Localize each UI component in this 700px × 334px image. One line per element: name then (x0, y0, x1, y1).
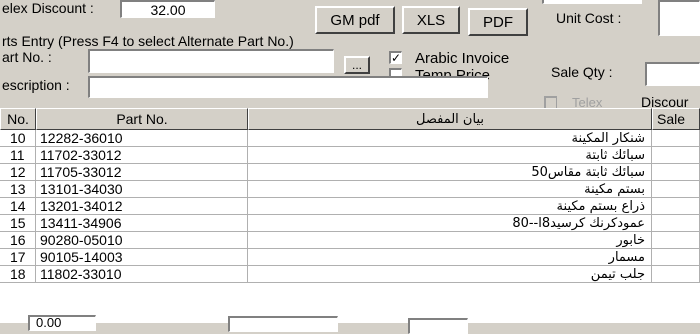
sale-qty-field[interactable] (645, 62, 700, 86)
part-no-cell[interactable]: 13101-34030 (36, 181, 248, 198)
row-number-cell[interactable]: 17 (0, 249, 36, 266)
description-cell[interactable]: جلب تيمن (248, 266, 652, 283)
sale-cell[interactable] (652, 147, 700, 164)
part-no-cell[interactable]: 90280-05010 (36, 232, 248, 249)
table-row[interactable]: 10 12282-36010 شنكار المكينة (0, 130, 700, 147)
unit-cost-top-field[interactable] (542, 0, 642, 4)
table-row[interactable]: 17 90105-14003 مسمار (0, 249, 700, 266)
telex-discount-label: elex Discount : (2, 0, 94, 16)
sale-cell[interactable] (652, 232, 700, 249)
description-label: escription : (2, 77, 70, 93)
sale-cell[interactable] (652, 266, 700, 283)
pdf-button[interactable]: PDF (468, 8, 528, 36)
part-no-cell[interactable]: 11802-33010 (36, 266, 248, 283)
sale-cell[interactable] (652, 181, 700, 198)
arabic-invoice-label: Arabic Invoice (415, 50, 510, 67)
arabic-invoice-checkbox[interactable]: ✓ (389, 51, 402, 64)
description-cell[interactable]: بستم مكينة (248, 181, 652, 198)
col-header-part-no[interactable]: Part No. (36, 108, 248, 130)
unit-cost-field[interactable] (658, 0, 700, 36)
description-cell[interactable]: شنكار المكينة (248, 130, 652, 147)
row-number-cell[interactable]: 13 (0, 181, 36, 198)
col-header-description[interactable]: بيان المفصل (248, 108, 652, 130)
xls-button[interactable]: XLS (402, 6, 460, 34)
sale-cell[interactable] (652, 249, 700, 266)
row-number-cell[interactable]: 18 (0, 266, 36, 283)
parts-grid[interactable]: No. Part No. بيان المفصل Sale 10 12282-36… (0, 108, 700, 323)
col-header-sale[interactable]: Sale (652, 108, 700, 130)
part-no-label: art No. : (2, 49, 52, 65)
table-row[interactable]: 14 13201-34012 ذراع بستم مكينة (0, 198, 700, 215)
sale-qty-label: Sale Qty : (551, 64, 613, 80)
gm-pdf-button[interactable]: GM pdf (315, 6, 395, 34)
row-number-cell[interactable]: 10 (0, 130, 36, 147)
part-no-cell[interactable]: 90105-14003 (36, 249, 248, 266)
footer-field-3[interactable] (408, 318, 468, 334)
table-row[interactable]: 13 13101-34030 بستم مكينة (0, 181, 700, 198)
part-no-cell[interactable]: 11702-33012 (36, 147, 248, 164)
row-number-cell[interactable]: 16 (0, 232, 36, 249)
description-cell[interactable]: سبائك ثابتة مقاس50 (248, 164, 652, 181)
parts-entry-hint: rts Entry (Press F4 to select Alternate … (2, 33, 294, 49)
part-no-cell[interactable]: 12282-36010 (36, 130, 248, 147)
sale-cell[interactable] (652, 164, 700, 181)
table-row[interactable]: 12 11705-33012 سبائك ثابتة مقاس50 (0, 164, 700, 181)
part-no-cell[interactable]: 13411-34906 (36, 215, 248, 232)
row-number-cell[interactable]: 11 (0, 147, 36, 164)
unit-cost-label: Unit Cost : (556, 10, 622, 26)
table-row[interactable]: 16 90280-05010 خابور (0, 232, 700, 249)
sale-cell[interactable] (652, 198, 700, 215)
table-row[interactable]: 15 13411-34906 عمودكرنك كرسيد8ا--80 (0, 215, 700, 232)
part-no-field[interactable] (88, 49, 334, 73)
footer-partial-field[interactable]: 0.00 (28, 315, 96, 331)
description-cell[interactable]: مسمار (248, 249, 652, 266)
part-no-cell[interactable]: 11705-33012 (36, 164, 248, 181)
sale-cell[interactable] (652, 130, 700, 147)
browse-part-button[interactable]: ... (344, 56, 370, 74)
col-header-no[interactable]: No. (0, 108, 36, 130)
row-number-cell[interactable]: 14 (0, 198, 36, 215)
description-cell[interactable]: ذراع بستم مكينة (248, 198, 652, 215)
row-number-cell[interactable]: 15 (0, 215, 36, 232)
table-row[interactable]: 18 11802-33010 جلب تيمن (0, 266, 700, 283)
telex-discount-field[interactable]: 32.00 (120, 0, 215, 18)
description-cell[interactable]: خابور (248, 232, 652, 249)
row-number-cell[interactable]: 12 (0, 164, 36, 181)
part-no-cell[interactable]: 13201-34012 (36, 198, 248, 215)
sale-cell[interactable] (652, 215, 700, 232)
description-cell[interactable]: عمودكرنك كرسيد8ا--80 (248, 215, 652, 232)
description-field[interactable] (88, 76, 488, 98)
footer-field-2[interactable] (228, 316, 338, 332)
table-row[interactable]: 11 11702-33012 سبائك ثابتة (0, 147, 700, 164)
description-cell[interactable]: سبائك ثابتة (248, 147, 652, 164)
